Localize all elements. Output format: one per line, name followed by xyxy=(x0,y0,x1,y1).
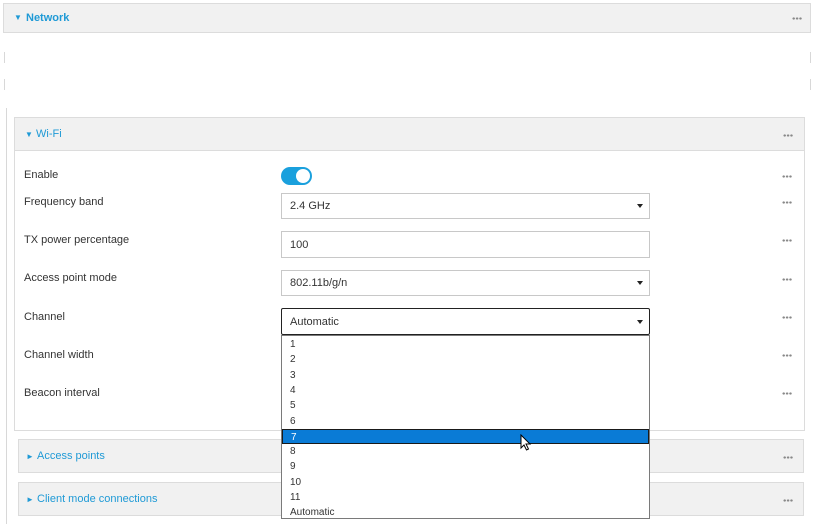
network-right-border xyxy=(810,52,811,63)
tx-power-input[interactable]: 100 xyxy=(281,231,650,258)
network-more-icon[interactable] xyxy=(792,17,802,20)
channel-option[interactable]: 6 xyxy=(282,414,649,429)
channel-option[interactable]: 9 xyxy=(282,459,649,474)
channel-dropdown-list[interactable]: 1 2 3 4 5 6 7 8 9 10 11 Automatic xyxy=(281,335,650,519)
wifi-section-header[interactable]: ▼ Wi-Fi xyxy=(14,117,805,151)
channel-option[interactable]: 2 xyxy=(282,352,649,367)
channel-width-more-icon[interactable] xyxy=(782,354,792,357)
frequency-band-label: Frequency band xyxy=(24,196,104,208)
wifi-arrow-icon: ▼ xyxy=(25,130,33,139)
frequency-band-value: 2.4 GHz xyxy=(290,200,331,212)
enable-label: Enable xyxy=(24,169,59,181)
access-points-more-icon[interactable] xyxy=(783,456,793,459)
client-mode-arrow-icon: ► xyxy=(26,495,34,504)
network-section-title: Network xyxy=(26,12,70,24)
network-arrow-icon: ▼ xyxy=(14,13,22,22)
channel-option[interactable]: 4 xyxy=(282,383,649,398)
network-section-header[interactable]: ▼ Network xyxy=(3,3,811,33)
channel-select[interactable]: Automatic xyxy=(281,308,650,335)
frequency-band-more-icon[interactable] xyxy=(782,201,792,204)
mouse-cursor-icon xyxy=(520,434,532,451)
tx-power-label: TX power percentage xyxy=(24,234,130,246)
channel-option[interactable]: 8 xyxy=(282,444,649,459)
channel-option[interactable]: 1 xyxy=(282,337,649,352)
channel-more-icon[interactable] xyxy=(782,316,792,319)
channel-option[interactable]: 11 xyxy=(282,490,649,505)
enable-more-icon[interactable] xyxy=(782,175,792,178)
chevron-down-icon xyxy=(637,204,643,208)
beacon-interval-label: Beacon interval xyxy=(24,387,100,399)
client-mode-title: Client mode connections xyxy=(37,493,158,505)
wifi-more-icon[interactable] xyxy=(783,134,793,137)
tx-power-more-icon[interactable] xyxy=(782,239,792,242)
client-mode-more-icon[interactable] xyxy=(783,499,793,502)
ap-mode-more-icon[interactable] xyxy=(782,278,792,281)
access-points-arrow-icon: ► xyxy=(26,452,34,461)
channel-option[interactable]: 10 xyxy=(282,475,649,490)
network-left-border xyxy=(4,52,5,63)
content-left-border xyxy=(6,108,7,524)
channel-width-label: Channel width xyxy=(24,349,94,361)
ap-mode-select[interactable]: 802.11b/g/n xyxy=(281,270,650,296)
channel-option[interactable]: 5 xyxy=(282,398,649,413)
toggle-knob xyxy=(296,169,310,183)
network-left-border-2 xyxy=(4,79,5,90)
chevron-down-icon xyxy=(637,319,643,324)
access-points-title: Access points xyxy=(37,450,105,462)
channel-label: Channel xyxy=(24,311,65,323)
channel-option[interactable]: 3 xyxy=(282,368,649,383)
ap-mode-value: 802.11b/g/n xyxy=(290,277,348,289)
tx-power-value: 100 xyxy=(290,238,309,251)
wifi-section-title: Wi-Fi xyxy=(36,128,62,140)
beacon-interval-more-icon[interactable] xyxy=(782,392,792,395)
channel-option[interactable]: 7 xyxy=(282,428,649,445)
enable-toggle[interactable] xyxy=(281,167,312,185)
network-right-border-2 xyxy=(810,79,811,90)
ap-mode-label: Access point mode xyxy=(24,272,117,284)
channel-value: Automatic xyxy=(290,315,339,328)
channel-option[interactable]: Automatic xyxy=(282,505,649,520)
frequency-band-select[interactable]: 2.4 GHz xyxy=(281,193,650,219)
chevron-down-icon xyxy=(637,281,643,285)
